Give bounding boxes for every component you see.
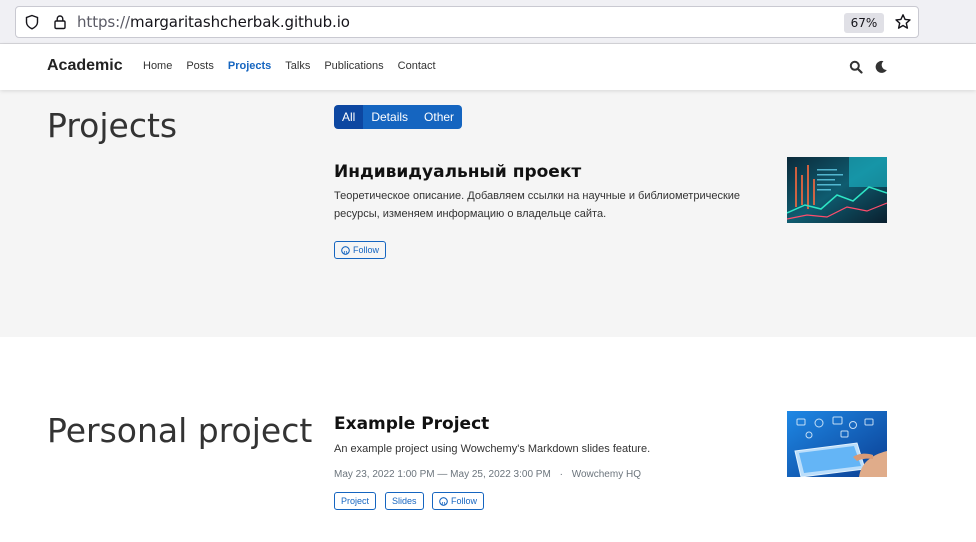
nav-item-talks[interactable]: Talks bbox=[285, 60, 310, 72]
project-thumbnail[interactable] bbox=[787, 157, 887, 223]
star-icon[interactable] bbox=[894, 13, 912, 31]
project-tag-button[interactable]: Project bbox=[334, 492, 377, 510]
data-chart-image bbox=[787, 157, 887, 223]
site-navbar: Academic Home Posts Projects Talks Publi… bbox=[0, 44, 976, 90]
nav-item-home[interactable]: Home bbox=[143, 60, 172, 72]
follow-button[interactable]: Follow bbox=[432, 492, 485, 510]
zoom-level-badge[interactable]: 67% bbox=[844, 13, 884, 33]
github-icon bbox=[341, 245, 350, 255]
project-description: An example project using Wowchemy's Mark… bbox=[334, 443, 651, 455]
personal-project-section: Personal project Example Project An exam… bbox=[0, 337, 976, 542]
event-location: Wowchemy HQ bbox=[571, 469, 641, 480]
browser-toolbar: https://margaritashcherbak.github.io 67% bbox=[0, 0, 976, 44]
section-title-personal: Personal project bbox=[47, 411, 313, 450]
follow-label: Follow bbox=[451, 496, 478, 506]
project-description: Теоретическое описание. Добавляем ссылки… bbox=[334, 190, 741, 220]
section-title-projects: Projects bbox=[47, 106, 178, 145]
follow-button[interactable]: Follow bbox=[334, 241, 387, 259]
url-text[interactable]: https://margaritashcherbak.github.io bbox=[77, 13, 350, 31]
filter-all-button[interactable]: All bbox=[334, 105, 364, 129]
filter-other-button[interactable]: Other bbox=[416, 105, 463, 129]
filter-details-button[interactable]: Details bbox=[363, 105, 417, 129]
lock-icon[interactable] bbox=[52, 14, 68, 30]
follow-label: Follow bbox=[353, 245, 380, 255]
nav-item-posts[interactable]: Posts bbox=[186, 60, 214, 72]
shield-icon[interactable] bbox=[24, 14, 40, 30]
search-icon[interactable] bbox=[849, 60, 863, 74]
github-icon bbox=[439, 496, 448, 506]
nav-item-publications[interactable]: Publications bbox=[324, 60, 383, 72]
site-brand[interactable]: Academic bbox=[47, 57, 123, 75]
nav-item-contact[interactable]: Contact bbox=[398, 60, 436, 72]
meta-separator: · bbox=[559, 469, 563, 480]
nav-item-projects[interactable]: Projects bbox=[228, 60, 271, 72]
address-bar[interactable]: https://margaritashcherbak.github.io 67% bbox=[15, 6, 919, 38]
project-thumbnail[interactable] bbox=[787, 411, 887, 477]
projects-section: Projects All Details Other Индивидуальны… bbox=[0, 90, 976, 337]
event-meta: May 23, 2022 1:00 PM — May 25, 2022 3:00… bbox=[334, 469, 641, 480]
project-title[interactable]: Индивидуальный проект bbox=[334, 162, 581, 182]
url-host: margaritashcherbak.github.io bbox=[129, 13, 350, 31]
project-filter-group: All Details Other bbox=[334, 105, 463, 129]
slides-button[interactable]: Slides bbox=[385, 492, 424, 510]
event-date-range: May 23, 2022 1:00 PM — May 25, 2022 3:00… bbox=[334, 469, 551, 480]
url-scheme: https:// bbox=[77, 13, 130, 31]
slides-label: Slides bbox=[392, 496, 417, 506]
project-title[interactable]: Example Project bbox=[334, 414, 489, 434]
moon-icon[interactable] bbox=[874, 60, 888, 74]
project-tag-label: Project bbox=[341, 496, 370, 506]
nav-menu: Home Posts Projects Talks Publications C… bbox=[143, 60, 436, 72]
tablet-hand-image bbox=[787, 411, 887, 477]
